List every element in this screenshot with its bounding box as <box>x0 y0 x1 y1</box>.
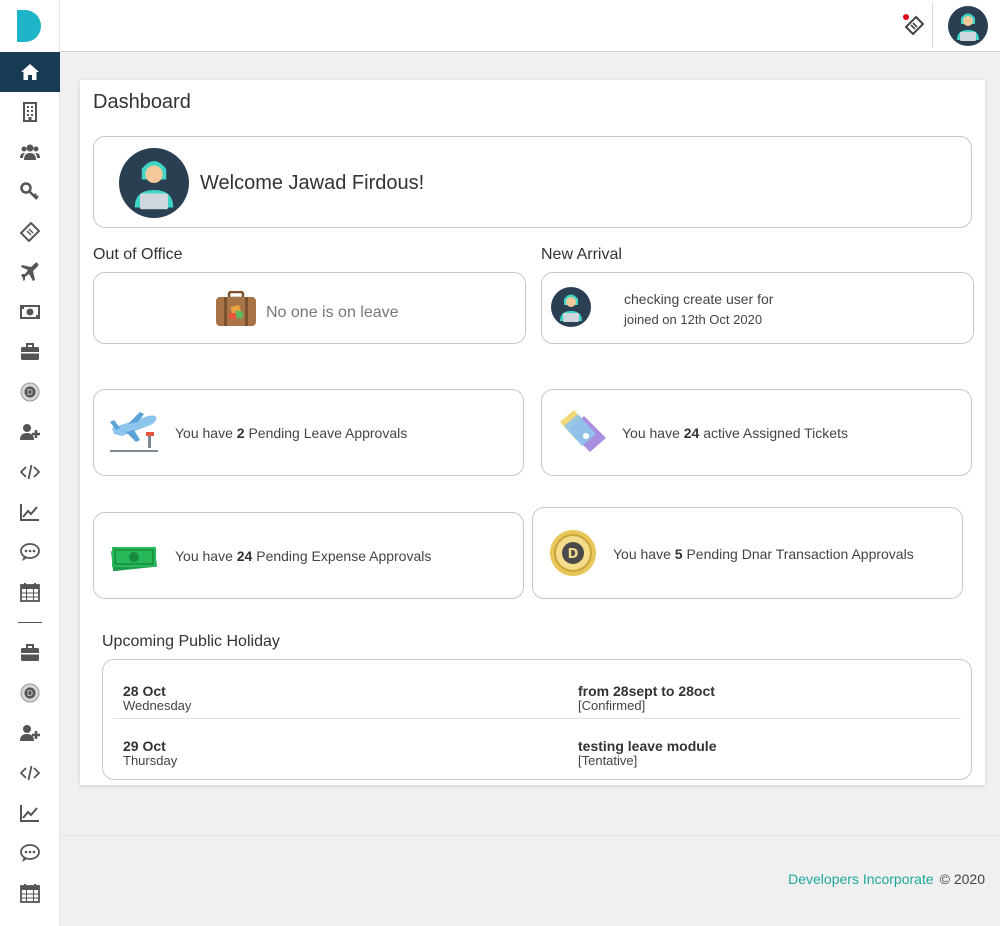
table-row: 29 Oct Thursday testing leave module [Te… <box>113 719 961 774</box>
user-plus-icon <box>20 725 40 741</box>
users-icon <box>20 144 40 160</box>
briefcase-icon <box>21 343 39 360</box>
sidebar-item-calendar-2[interactable] <box>0 873 60 913</box>
dnar-transactions-text: You have 5 Pending Dnar Transaction Appr… <box>613 546 914 562</box>
user-avatar[interactable] <box>948 6 988 46</box>
pending-leave-text: You have 2 Pending Leave Approvals <box>175 425 408 441</box>
holiday-day: Thursday <box>123 753 178 768</box>
sidebar-item-tickets[interactable] <box>0 212 60 252</box>
briefcase-icon <box>21 644 39 661</box>
holiday-status: [Tentative] <box>578 753 638 768</box>
new-arrival-joined: joined on 12th Oct 2020 <box>624 312 763 327</box>
notification-dot <box>903 14 909 20</box>
holiday-date: 29 Oct <box>123 738 166 754</box>
holiday-table: 28 Oct Wednesday from 28sept to 28oct [C… <box>102 659 972 780</box>
money-icon <box>20 305 40 319</box>
sidebar-item-home[interactable] <box>0 52 60 92</box>
chart-line-icon <box>20 805 39 822</box>
sidebar-item-projects[interactable] <box>0 332 60 372</box>
sidebar-item-expenses[interactable] <box>0 292 60 332</box>
calendar-icon <box>20 884 40 903</box>
user-plus-icon <box>20 424 40 440</box>
calendar-icon <box>20 583 40 602</box>
pending-expense-count: 24 <box>236 548 253 564</box>
footer: Developers Incorporate © 2020 <box>60 835 1000 926</box>
out-of-office-panel: No one is on leave <box>93 272 526 344</box>
key-icon <box>20 182 39 200</box>
sidebar-item-add-user[interactable] <box>0 412 60 452</box>
pending-expense-card[interactable]: You have 24 Pending Expense Approvals <box>93 512 524 599</box>
new-arrival-panel: checking create user for joined on 12th … <box>541 272 974 344</box>
out-of-office-message: No one is on leave <box>266 304 399 321</box>
sidebar-item-calendar[interactable] <box>0 572 60 612</box>
pending-leave-card[interactable]: You have 2 Pending Leave Approvals <box>93 389 524 476</box>
code-icon <box>20 765 40 781</box>
dashboard-card: Dashboard Welcome Jawad Firdous! Out of … <box>80 80 985 785</box>
sidebar-item-messages-2[interactable] <box>0 833 60 873</box>
header-divider <box>932 2 933 48</box>
assigned-tickets-count: 24 <box>683 425 700 441</box>
upcoming-holiday-label: Upcoming Public Holiday <box>102 633 280 650</box>
new-arrival-label: New Arrival <box>541 246 622 263</box>
sidebar-divider <box>17 622 42 623</box>
chart-line-icon <box>20 504 39 521</box>
holiday-date: 28 Oct <box>123 683 166 699</box>
top-header <box>60 0 1000 52</box>
svg-text:D: D <box>27 689 33 698</box>
page-title: Dashboard <box>93 91 191 113</box>
coin-icon: D <box>20 683 40 703</box>
sidebar-item-users[interactable] <box>0 132 60 172</box>
comments-icon <box>20 844 40 862</box>
sidebar: D D <box>0 0 60 926</box>
coin-icon: D <box>20 382 40 402</box>
holiday-title: from 28sept to 28oct <box>578 683 715 699</box>
assigned-tickets-text: You have 24 active Assigned Tickets <box>622 425 848 441</box>
user-avatar <box>119 148 189 218</box>
sidebar-item-code-2[interactable] <box>0 753 60 793</box>
welcome-message: Welcome Jawad Firdous! <box>200 172 425 194</box>
sidebar-item-leave[interactable] <box>0 252 60 292</box>
sidebar-item-messages[interactable] <box>0 532 60 572</box>
home-icon <box>21 64 39 80</box>
comments-icon <box>20 543 40 561</box>
sidebar-item-dnar-2[interactable]: D <box>0 673 60 713</box>
table-row: 28 Oct Wednesday from 28sept to 28oct [C… <box>113 664 961 719</box>
plane-icon <box>21 262 39 281</box>
welcome-panel: Welcome Jawad Firdous! <box>93 136 972 228</box>
new-arrival-name: checking create user for <box>624 291 774 307</box>
sidebar-item-reports-2[interactable] <box>0 793 60 833</box>
ticket-icon <box>20 222 40 242</box>
dnar-coin-icon: D <box>550 530 596 576</box>
pending-leave-count: 2 <box>236 425 245 441</box>
tickets-icon <box>560 410 606 452</box>
new-arrival-avatar <box>551 287 591 327</box>
sidebar-item-code[interactable] <box>0 452 60 492</box>
assigned-tickets-card[interactable]: You have 24 active Assigned Tickets <box>541 389 972 476</box>
holiday-title: testing leave module <box>578 738 717 754</box>
svg-text:D: D <box>27 388 33 397</box>
footer-text: Developers Incorporate © 2020 <box>788 871 985 887</box>
code-icon <box>20 464 40 480</box>
suitcase-icon <box>216 291 256 326</box>
sidebar-item-organization[interactable] <box>0 92 60 132</box>
dnar-transactions-count: 5 <box>674 546 683 562</box>
sidebar-item-dnar[interactable]: D <box>0 372 60 412</box>
building-icon <box>23 102 37 122</box>
money-bills-icon <box>111 546 157 571</box>
holiday-day: Wednesday <box>123 698 192 713</box>
sidebar-item-add-user-2[interactable] <box>0 713 60 753</box>
copyright-text: © 2020 <box>939 871 985 887</box>
pending-expense-text: You have 24 Pending Expense Approvals <box>175 548 432 564</box>
out-of-office-label: Out of Office <box>93 246 183 263</box>
airplane-icon <box>110 412 158 452</box>
company-link[interactable]: Developers Incorporate <box>788 871 934 887</box>
sidebar-item-projects-2[interactable] <box>0 633 60 673</box>
holiday-status: [Confirmed] <box>578 698 646 713</box>
sidebar-item-reports[interactable] <box>0 492 60 532</box>
dnar-transactions-card[interactable]: D You have 5 Pending Dnar Transaction Ap… <box>532 507 963 599</box>
app-logo[interactable] <box>0 0 59 52</box>
sidebar-item-keys[interactable] <box>0 172 60 212</box>
svg-text:D: D <box>568 547 579 562</box>
